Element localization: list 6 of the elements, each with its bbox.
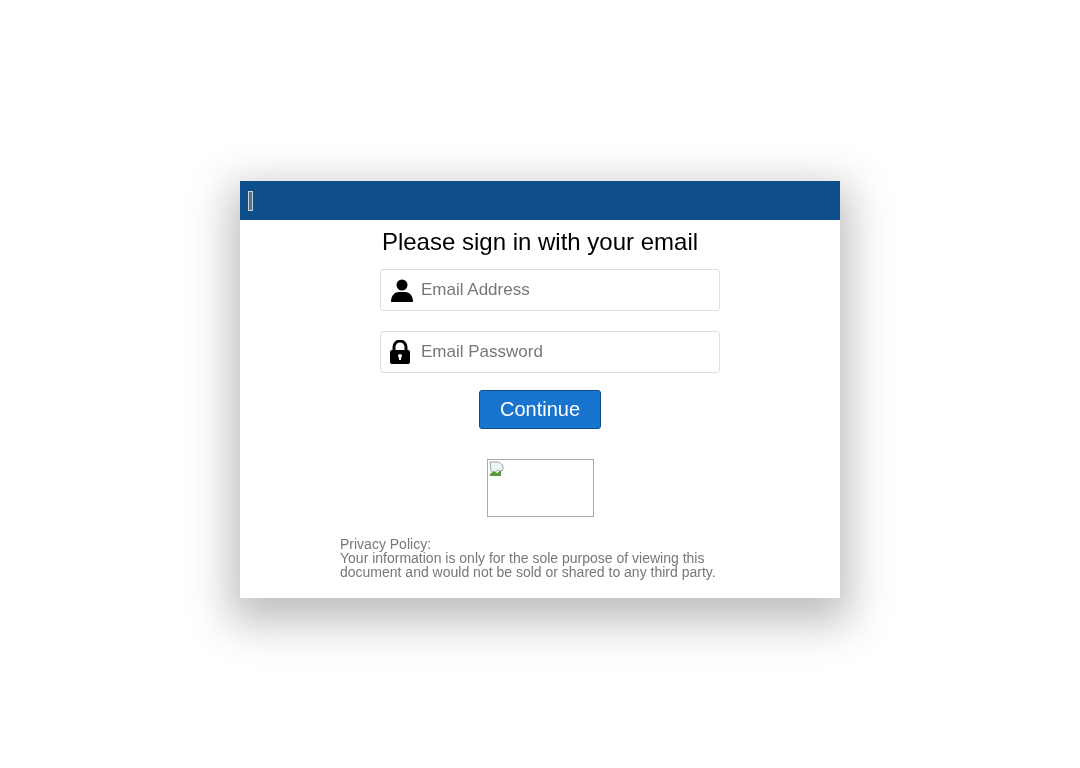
privacy-title: Privacy Policy:	[340, 537, 432, 551]
email-field[interactable]: Email Address	[380, 269, 720, 311]
password-field[interactable]: Email Password	[380, 331, 720, 373]
continue-button[interactable]: Continue	[479, 390, 601, 429]
sign-in-heading: Please sign in with your email	[381, 228, 699, 256]
privacy-text: Your information is only for the sole purpose of viewing this document and would not be sold or shared to any third party.	[340, 551, 717, 579]
